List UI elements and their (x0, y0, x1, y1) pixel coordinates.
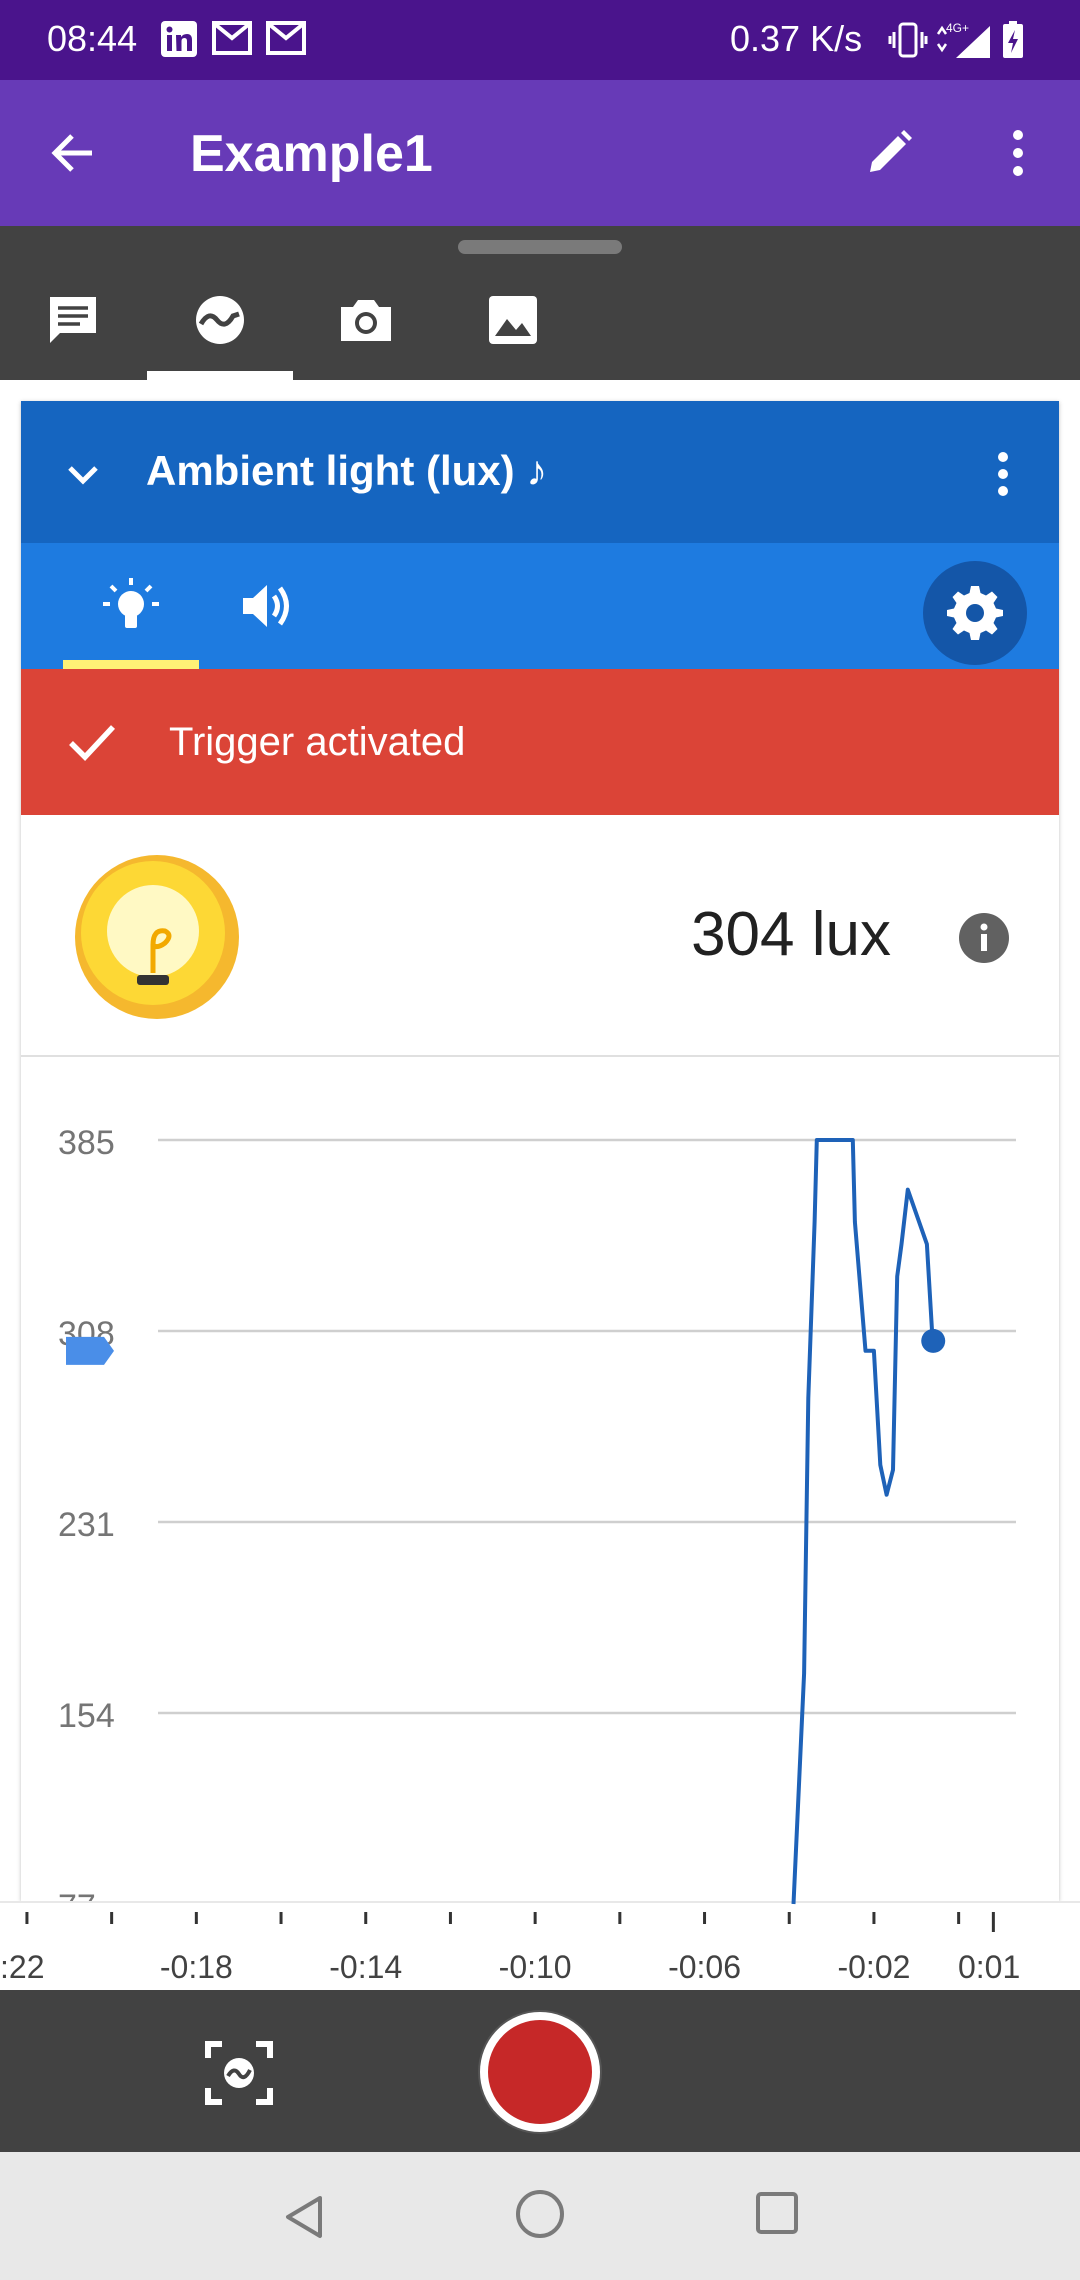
gmail-icon (212, 21, 252, 55)
sensor-wave-icon (196, 296, 244, 344)
tab-notes[interactable] (0, 282, 146, 380)
tab-sensors[interactable] (147, 282, 293, 380)
chart-x-tick-label: 0:01 (958, 1949, 1020, 1985)
network-type-label: 4G+ (946, 21, 969, 35)
nav-back-icon[interactable] (280, 2192, 330, 2242)
trigger-banner: Trigger activated (21, 669, 1059, 815)
note-icon (50, 297, 96, 343)
chart-x-tick-label: :22 (0, 1949, 44, 1985)
gallery-image-icon (489, 296, 537, 344)
chart-y-tick-label: 154 (58, 1697, 115, 1735)
tab-sensor-light[interactable] (63, 543, 199, 669)
chart-x-tick-label: -0:14 (329, 1949, 402, 1985)
battery-charging-icon (1003, 21, 1023, 58)
sensor-settings-button[interactable] (923, 561, 1027, 665)
gear-icon (947, 586, 1003, 640)
linkedin-icon (161, 21, 197, 57)
chart-x-tick-label: -0:10 (499, 1949, 572, 1985)
record-bar (0, 1990, 1080, 2152)
trigger-text: Trigger activated (169, 720, 466, 764)
gmail-icon (266, 21, 306, 55)
vibrate-icon (888, 22, 928, 58)
back-arrow-icon[interactable] (46, 126, 100, 180)
current-reading: 304 lux (691, 900, 891, 969)
record-button[interactable] (480, 2012, 600, 2132)
info-icon[interactable] (958, 912, 1010, 964)
snapshot-icon[interactable] (204, 2040, 274, 2106)
nav-home-icon[interactable] (516, 2190, 564, 2238)
status-bar: 08:44 0.37 K/s 4G+ (0, 0, 1080, 80)
check-icon (69, 725, 116, 761)
tab-camera[interactable] (293, 282, 439, 380)
more-vert-icon[interactable] (1000, 126, 1036, 180)
tab-sensor-audio[interactable] (199, 543, 335, 669)
network-speed: 0.37 K/s (730, 18, 863, 59)
light-bulb-icon (103, 578, 159, 628)
drag-handle[interactable] (458, 240, 622, 254)
chart-x-tick-label: -0:18 (160, 1949, 233, 1985)
sensor-reading: 304 lux (21, 817, 1059, 1057)
chart-svg[interactable]: 38530823115477:22-0:18-0:14-0:10-0:06-0:… (0, 1060, 1080, 1990)
chart-x-tick-label: -0:06 (668, 1949, 741, 1985)
app-bar: Example1 (0, 80, 1080, 226)
chart-y-tick-label: 385 (58, 1124, 115, 1162)
trigger-level-marker[interactable] (66, 1336, 114, 1365)
edit-pencil-icon[interactable] (862, 126, 916, 180)
more-vert-icon[interactable] (991, 449, 1015, 499)
chart-x-tick-label: -0:02 (837, 1949, 910, 1985)
chevron-down-icon[interactable] (61, 453, 105, 497)
volume-icon (243, 585, 289, 627)
tab-gallery[interactable] (440, 282, 586, 380)
chart-current-point (921, 1328, 946, 1353)
sensor-card-tabs (21, 543, 1059, 669)
status-time: 08:44 (47, 18, 138, 59)
chart-y-tick-label: 231 (58, 1506, 115, 1544)
camera-icon (341, 300, 391, 341)
nav-recent-icon[interactable] (756, 2192, 798, 2234)
experiment-title: Example1 (190, 125, 433, 183)
sensor-name[interactable]: Ambient light (lux) ♪ (146, 447, 547, 495)
sensor-card-header: Ambient light (lux) ♪ (21, 401, 1059, 543)
system-nav-bar (0, 2152, 1080, 2280)
light-bulb-icon (75, 855, 239, 1019)
signal-icon: 4G+ (936, 21, 990, 58)
tool-strip (0, 226, 1080, 380)
sensor-chart[interactable]: 38530823115477:22-0:18-0:14-0:10-0:06-0:… (0, 1060, 1080, 1990)
